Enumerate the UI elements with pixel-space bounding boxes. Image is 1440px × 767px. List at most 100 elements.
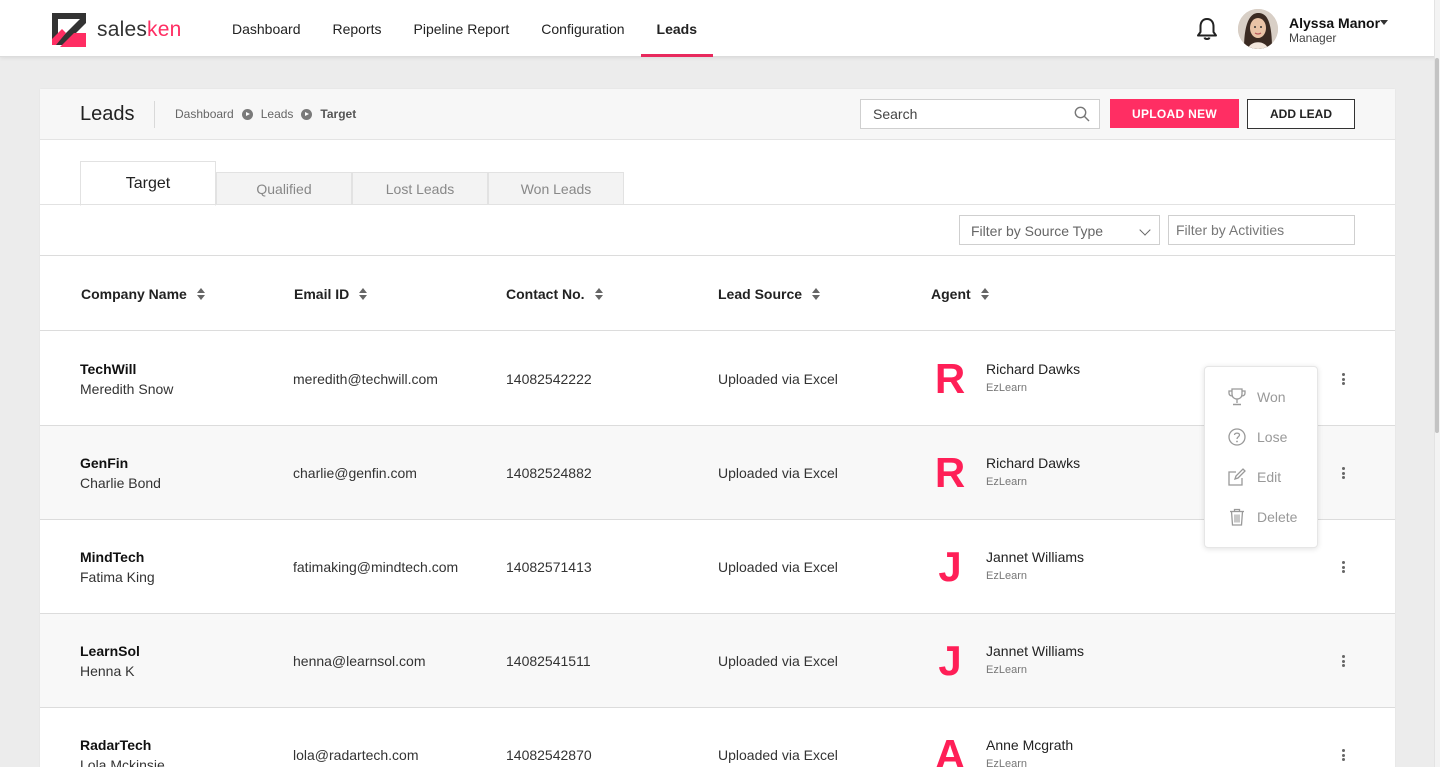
- menu-item-label: Won: [1257, 389, 1286, 405]
- column-header-company-name[interactable]: Company Name: [81, 286, 205, 302]
- sort-icon[interactable]: [359, 287, 368, 301]
- column-header-lead-source[interactable]: Lead Source: [718, 286, 821, 302]
- page-header: Leads Dashboard Leads Target UPLOAD NEW …: [40, 89, 1395, 140]
- sort-icon[interactable]: [196, 287, 205, 301]
- agent-name: Richard Dawks: [986, 455, 1081, 471]
- scrollbar-thumb[interactable]: [1435, 58, 1439, 433]
- contact-name: Meredith Snow: [80, 381, 174, 397]
- source-type-filter[interactable]: Filter by Source Type: [959, 215, 1160, 245]
- activities-filter-input[interactable]: [1169, 216, 1349, 244]
- row-actions-kebab-icon[interactable]: [1336, 748, 1350, 762]
- row-actions-kebab-icon[interactable]: [1336, 654, 1350, 668]
- column-header-agent[interactable]: Agent: [931, 286, 989, 302]
- breadcrumb-dashboard[interactable]: Dashboard: [175, 107, 234, 121]
- breadcrumb-arrow-icon: [301, 108, 313, 120]
- tab-target[interactable]: Target: [80, 161, 216, 206]
- source-type-filter-label: Filter by Source Type: [971, 223, 1104, 239]
- nav-item-reports[interactable]: Reports: [317, 0, 398, 57]
- table-row[interactable]: TechWill Meredith Snow meredith@techwill…: [40, 332, 1395, 426]
- email-id: meredith@techwill.com: [293, 371, 438, 387]
- trophy-icon: [1228, 388, 1246, 406]
- row-actions-kebab-icon[interactable]: [1336, 466, 1350, 480]
- contact-name: Fatima King: [80, 569, 155, 585]
- add-lead-button[interactable]: ADD LEAD: [1247, 99, 1355, 129]
- breadcrumb-leads[interactable]: Leads: [261, 107, 294, 121]
- salesken-logo-mark-icon: [52, 13, 86, 47]
- menu-item-label: Delete: [1257, 509, 1298, 525]
- user-menu-caret-icon[interactable]: [1380, 20, 1388, 25]
- agent-name: Richard Dawks: [986, 361, 1081, 377]
- menu-item-label: Lose: [1257, 429, 1288, 445]
- contact-name: Lola Mckinsie: [80, 757, 165, 767]
- breadcrumb: Dashboard Leads Target: [175, 107, 356, 121]
- upload-new-button[interactable]: UPLOAD NEW: [1110, 99, 1239, 128]
- user-role: Manager: [1289, 31, 1337, 45]
- menu-item-label: Edit: [1257, 469, 1282, 485]
- tab-lost-leads[interactable]: Lost Leads: [352, 172, 488, 205]
- agent-initial: A: [934, 731, 966, 767]
- column-label: Contact No.: [506, 286, 585, 302]
- contact-name: Charlie Bond: [80, 475, 161, 491]
- contact-number: 14082542870: [506, 747, 592, 763]
- contact-number: 14082542222: [506, 371, 592, 387]
- contact-name: Henna K: [80, 663, 135, 679]
- nav-item-leads[interactable]: Leads: [640, 0, 714, 57]
- user-avatar[interactable]: [1238, 9, 1278, 49]
- nav-item-configuration[interactable]: Configuration: [525, 0, 640, 57]
- row-actions-kebab-icon[interactable]: [1336, 560, 1350, 574]
- notification-bell-icon[interactable]: [1196, 17, 1218, 41]
- menu-item-won[interactable]: Won: [1205, 377, 1317, 417]
- edit-icon: [1228, 468, 1246, 486]
- tab-divider: [40, 204, 1395, 205]
- tab-qualified[interactable]: Qualified: [216, 172, 352, 205]
- contact-number: 14082541511: [506, 653, 591, 669]
- nav-item-pipeline-report[interactable]: Pipeline Report: [398, 0, 526, 57]
- chevron-down-icon: [1139, 224, 1151, 236]
- column-label: Company Name: [81, 286, 187, 302]
- column-label: Lead Source: [718, 286, 803, 302]
- menu-item-lose[interactable]: Lose: [1205, 417, 1317, 457]
- nav-item-dashboard[interactable]: Dashboard: [216, 0, 317, 57]
- user-name[interactable]: Alyssa Manor: [1289, 15, 1380, 31]
- agent-initial: R: [934, 449, 966, 496]
- sort-icon[interactable]: [594, 287, 603, 301]
- activities-filter: [1168, 215, 1355, 245]
- column-label: Email ID: [294, 286, 350, 302]
- tab-won-leads[interactable]: Won Leads: [488, 172, 624, 205]
- company-name: MindTech: [80, 549, 145, 565]
- agent-organization: EzLearn: [986, 758, 1027, 767]
- breadcrumb-target: Target: [320, 107, 357, 121]
- salesken-logo[interactable]: salesken: [50, 11, 182, 48]
- table-row[interactable]: LearnSol Henna K henna@learnsol.com 1408…: [40, 614, 1395, 708]
- email-id: lola@radartech.com: [293, 747, 419, 763]
- table-row[interactable]: MindTech Fatima King fatimaking@mindtech…: [40, 520, 1395, 614]
- sort-icon[interactable]: [980, 287, 989, 301]
- email-id: charlie@genfin.com: [293, 465, 417, 481]
- lead-source: Uploaded via Excel: [718, 747, 838, 763]
- menu-item-edit[interactable]: Edit: [1205, 457, 1317, 497]
- column-header-contact-no[interactable]: Contact No.: [506, 286, 603, 302]
- company-name: LearnSol: [80, 643, 140, 659]
- question-circle-icon: [1228, 428, 1246, 446]
- lead-source: Uploaded via Excel: [718, 465, 838, 481]
- search-box: [860, 99, 1100, 129]
- agent-name: Jannet Williams: [986, 549, 1085, 565]
- agent-initial: J: [938, 543, 962, 590]
- lead-source: Uploaded via Excel: [718, 653, 838, 669]
- search-input[interactable]: [861, 100, 1061, 128]
- table-row[interactable]: RadarTech Lola Mckinsie lola@radartech.c…: [40, 708, 1395, 767]
- table-row[interactable]: GenFin Charlie Bond charlie@genfin.com 1…: [40, 426, 1395, 520]
- row-actions-kebab-icon[interactable]: [1336, 372, 1350, 386]
- agent-organization: EzLearn: [986, 664, 1027, 676]
- menu-item-delete[interactable]: Delete: [1205, 497, 1317, 537]
- row-actions-menu: Won Lose Edit Delete: [1204, 366, 1318, 548]
- column-header-email-id[interactable]: Email ID: [294, 286, 368, 302]
- search-icon[interactable]: [1074, 106, 1090, 122]
- trash-icon: [1230, 508, 1244, 526]
- contact-number: 14082571413: [506, 559, 592, 575]
- breadcrumb-arrow-icon: [241, 108, 253, 120]
- agent-name: Jannet Williams: [986, 643, 1085, 659]
- table-header: Company Name Email ID Contact No. Lead S…: [40, 256, 1395, 331]
- sort-icon[interactable]: [812, 287, 821, 301]
- contact-number: 14082524882: [506, 465, 592, 481]
